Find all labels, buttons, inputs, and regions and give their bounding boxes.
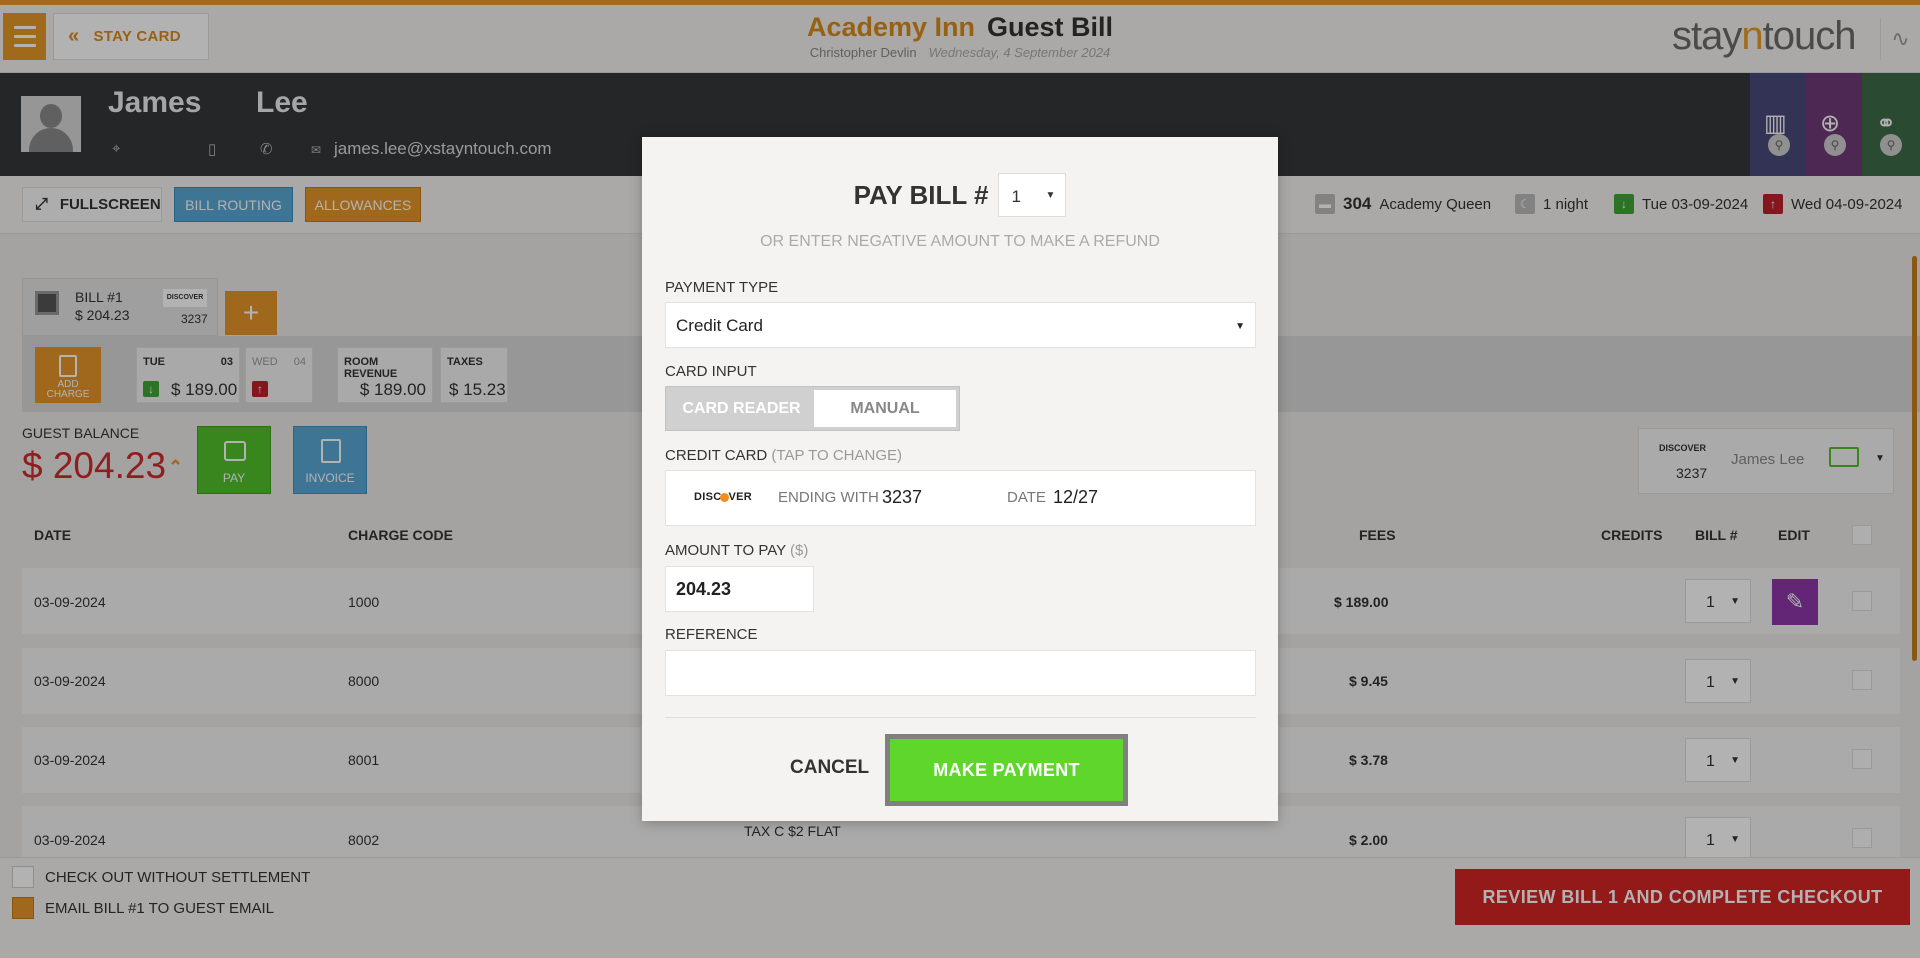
discover-logo: DISC VER (694, 491, 753, 503)
payment-type-label: PAYMENT TYPE (665, 279, 779, 296)
amount-label: AMOUNT TO PAY ($) (665, 542, 809, 559)
amount-input[interactable]: 204.23 (665, 566, 814, 612)
reference-label: REFERENCE (665, 626, 758, 643)
reference-input[interactable] (665, 650, 1256, 696)
pay-bill-dialog: PAY BILL # 1 ▼ OR ENTER NEGATIVE AMOUNT T… (642, 137, 1278, 821)
cancel-button[interactable]: CANCEL (790, 757, 869, 779)
payment-type-select[interactable]: Credit Card ▼ (665, 302, 1256, 348)
card-input-toggle[interactable]: CARD READER MANUAL (665, 386, 960, 431)
refund-hint: OR ENTER NEGATIVE AMOUNT TO MAKE A REFUN… (760, 233, 1160, 250)
dialog-title: PAY BILL # 1 ▼ (642, 173, 1278, 217)
credit-card-field[interactable]: DISC VER ENDING WITH 3237 DATE 12/27 (665, 470, 1256, 526)
credit-card-label: CREDIT CARD (TAP TO CHANGE) (665, 447, 902, 464)
card-last4: 3237 (882, 487, 923, 507)
chevron-down-icon: ▼ (1045, 190, 1056, 201)
card-reader-option[interactable]: CARD READER (669, 390, 814, 427)
dialog-bill-select[interactable]: 1 ▼ (998, 173, 1067, 217)
card-input-label: CARD INPUT (665, 363, 757, 380)
chevron-down-icon: ▼ (1235, 321, 1245, 332)
make-payment-button[interactable]: MAKE PAYMENT (885, 734, 1128, 806)
divider (665, 717, 1256, 718)
manual-option[interactable]: MANUAL (814, 390, 956, 427)
dialog-title-text: PAY BILL # (853, 179, 989, 210)
card-expiry: 12/27 (1053, 487, 1099, 507)
